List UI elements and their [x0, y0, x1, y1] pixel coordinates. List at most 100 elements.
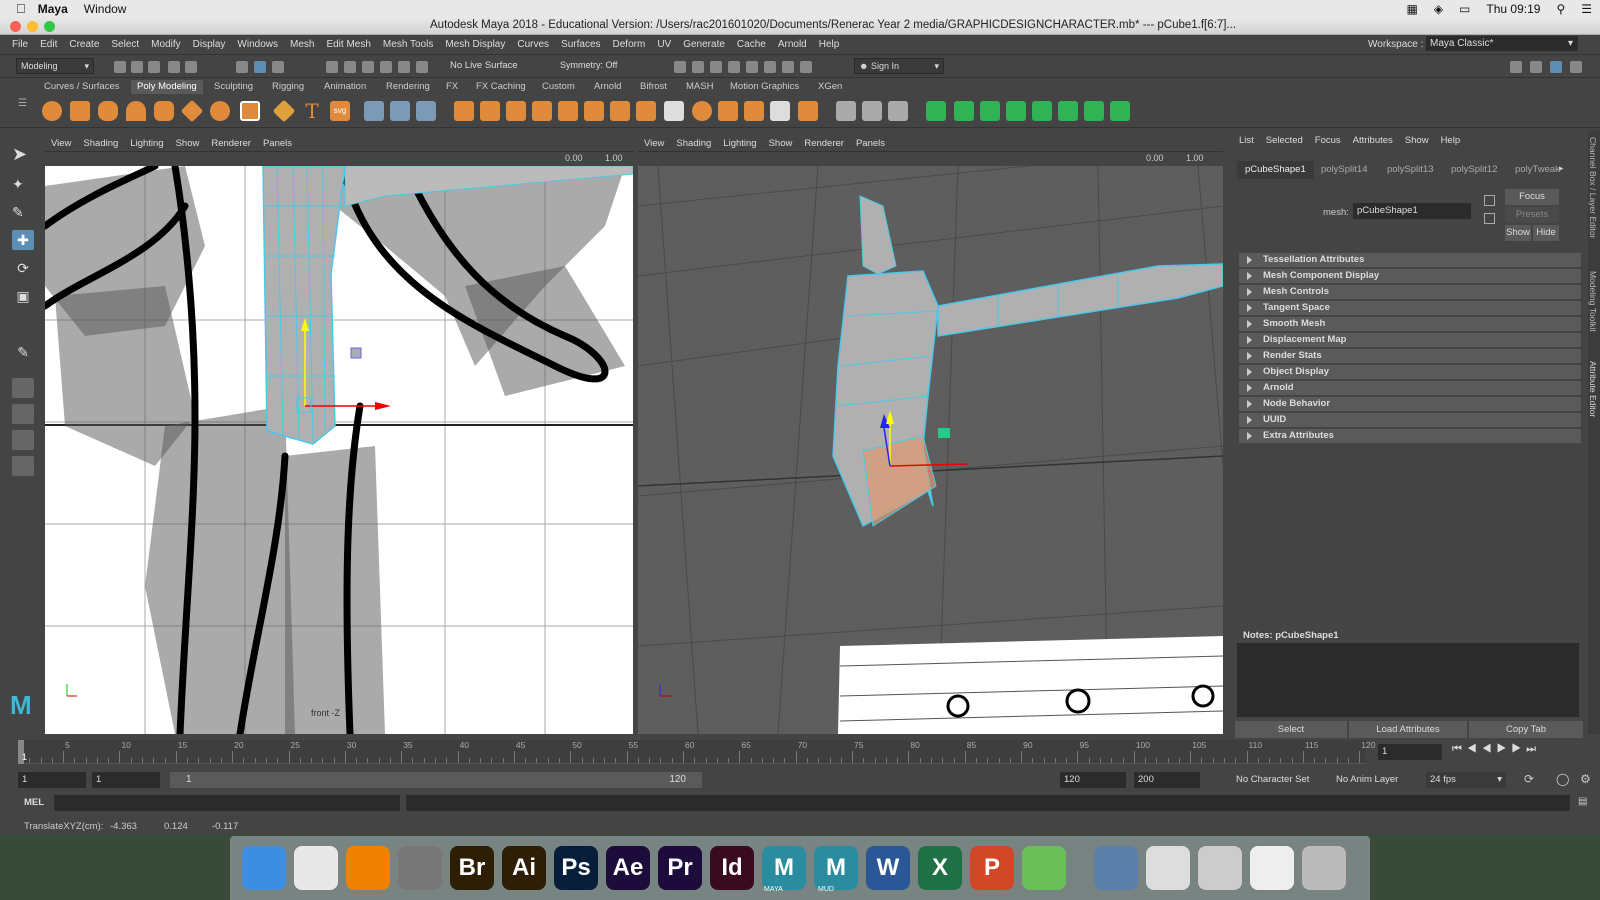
- document-icon[interactable]: [1250, 846, 1294, 890]
- ae-menu-show[interactable]: Show: [1405, 135, 1429, 146]
- spotlight-icon[interactable]: ⚲: [1556, 2, 1565, 16]
- tab-polysplit12[interactable]: polySplit12: [1443, 161, 1505, 179]
- vp2-menu-panels[interactable]: Panels: [856, 138, 885, 149]
- bevel-icon[interactable]: [506, 101, 526, 121]
- focus-button[interactable]: Focus: [1505, 189, 1559, 205]
- playback-end-field[interactable]: 120: [1060, 772, 1126, 788]
- menu-surfaces[interactable]: Surfaces: [555, 39, 606, 50]
- sign-in-dropdown[interactable]: ☻ Sign In ▾: [854, 58, 944, 74]
- maya-icon[interactable]: M: [762, 846, 806, 890]
- vp1-menu-lighting[interactable]: Lighting: [130, 138, 163, 149]
- vp2-menu-show[interactable]: Show: [769, 138, 793, 149]
- tab-pcubeshape1[interactable]: pCubeShape1: [1237, 161, 1314, 179]
- menu-help[interactable]: Help: [813, 39, 846, 50]
- menu-generate[interactable]: Generate: [677, 39, 731, 50]
- shelf-tab-bifrost[interactable]: Bifrost: [640, 80, 667, 94]
- side-tab-channel-box[interactable]: Channel Box / Layer Editor: [1588, 137, 1598, 239]
- insert-edge-icon[interactable]: [610, 101, 630, 121]
- four-pane-icon[interactable]: [12, 404, 34, 424]
- snap-grid-icon[interactable]: [326, 61, 338, 73]
- calendar-doc-icon[interactable]: [1146, 846, 1190, 890]
- presets-button[interactable]: Presets: [1505, 207, 1559, 223]
- menu-deform[interactable]: Deform: [607, 39, 652, 50]
- vp2-gamma-value[interactable]: 1.00: [1186, 153, 1204, 163]
- poly-disc-icon[interactable]: [210, 101, 230, 121]
- tab-scroll-icon[interactable]: ▸: [1559, 163, 1564, 174]
- workspace-dropdown[interactable]: Maya Classic* ▾: [1426, 36, 1578, 51]
- open-scene-icon[interactable]: [131, 61, 143, 73]
- save-scene-icon[interactable]: [148, 61, 160, 73]
- minimize-window-button[interactable]: [27, 21, 38, 32]
- target-weld-icon[interactable]: [664, 101, 684, 121]
- vlc-icon[interactable]: [346, 846, 390, 890]
- playblast-icon[interactable]: [782, 61, 794, 73]
- lasso-tool-icon[interactable]: ✦: [12, 174, 34, 194]
- render-sequence-icon[interactable]: [692, 61, 704, 73]
- mesh-name-field[interactable]: pCubeShape1: [1353, 203, 1471, 219]
- merge-icon[interactable]: [558, 101, 578, 121]
- snap-point-icon[interactable]: [362, 61, 374, 73]
- menu-select[interactable]: Select: [105, 39, 145, 50]
- relax-icon[interactable]: [862, 101, 882, 121]
- redo-icon[interactable]: [185, 61, 197, 73]
- current-frame-field[interactable]: 1: [1378, 744, 1442, 760]
- channel-box-toggle-icon[interactable]: [1530, 61, 1542, 73]
- photoshop-icon[interactable]: Ps: [554, 846, 598, 890]
- shelf-tab-animation[interactable]: Animation: [324, 80, 366, 94]
- apps-folder-icon[interactable]: [1094, 846, 1138, 890]
- select-component-icon[interactable]: [272, 61, 284, 73]
- vp1-menu-show[interactable]: Show: [176, 138, 200, 149]
- scene-start-field[interactable]: 1: [18, 772, 86, 788]
- bool-union-icon[interactable]: [770, 101, 790, 121]
- shelf-tab-rigging[interactable]: Rigging: [272, 80, 304, 94]
- smooth-icon[interactable]: [416, 101, 436, 121]
- tab-polysplit14[interactable]: polySplit14: [1313, 161, 1375, 179]
- section-mesh-component-display[interactable]: Mesh Component Display: [1239, 269, 1581, 283]
- menu-edit[interactable]: Edit: [34, 39, 63, 50]
- menu-arnold[interactable]: Arnold: [772, 39, 813, 50]
- vp1-menu-renderer[interactable]: Renderer: [211, 138, 251, 149]
- shelf-tab-arnold[interactable]: Arnold: [594, 80, 621, 94]
- uv-unfold-icon[interactable]: [1032, 101, 1052, 121]
- uv-cut-icon[interactable]: [1084, 101, 1104, 121]
- poly-platonic-icon[interactable]: [240, 101, 260, 121]
- ae-menu-attributes[interactable]: Attributes: [1353, 135, 1393, 146]
- range-bar[interactable]: 1 120: [170, 772, 702, 788]
- menu-file[interactable]: File: [6, 39, 34, 50]
- screenshot-icon[interactable]: [398, 846, 442, 890]
- paint-select-tool-icon[interactable]: ✎: [12, 202, 34, 222]
- command-input[interactable]: [54, 795, 400, 811]
- rotate-tool-icon[interactable]: ⟳: [12, 258, 34, 278]
- chrome-icon[interactable]: [294, 846, 338, 890]
- section-tessellation-attributes[interactable]: Tessellation Attributes: [1239, 253, 1581, 267]
- poly-cylinder-icon[interactable]: [98, 101, 118, 121]
- menu-cache[interactable]: Cache: [731, 39, 772, 50]
- section-uuid[interactable]: UUID: [1239, 413, 1581, 427]
- vp2-menu-lighting[interactable]: Lighting: [723, 138, 756, 149]
- vp2-menu-view[interactable]: View: [644, 138, 664, 149]
- menu-create[interactable]: Create: [63, 39, 105, 50]
- shelf-tab-motion-graphics[interactable]: Motion Graphics: [730, 80, 799, 94]
- shelf-tab-rendering[interactable]: Rendering: [386, 80, 430, 94]
- select-hierarchy-icon[interactable]: [236, 61, 248, 73]
- close-window-button[interactable]: [10, 21, 21, 32]
- vp2-menu-shading[interactable]: Shading: [676, 138, 711, 149]
- menu-modify[interactable]: Modify: [145, 39, 186, 50]
- attribute-editor-toggle-icon[interactable]: [1550, 61, 1562, 73]
- shelf-tab-custom[interactable]: Custom: [542, 80, 575, 94]
- menu-mesh-tools[interactable]: Mesh Tools: [377, 39, 439, 50]
- step-back-icon[interactable]: ◀: [1467, 743, 1482, 755]
- notes-textarea[interactable]: [1237, 643, 1579, 717]
- indesign-icon[interactable]: Id: [710, 846, 754, 890]
- poly-cube-icon[interactable]: [70, 101, 90, 121]
- append-icon[interactable]: [584, 101, 604, 121]
- shelf-tab-poly-modeling[interactable]: Poly Modeling: [131, 80, 203, 94]
- play-back-icon[interactable]: ◀: [1482, 743, 1497, 755]
- word-icon[interactable]: W: [866, 846, 910, 890]
- snap-view-icon[interactable]: [380, 61, 392, 73]
- scene-end-field[interactable]: 200: [1134, 772, 1200, 788]
- vp1-gamma-value[interactable]: 1.00: [605, 153, 623, 163]
- mirror-icon[interactable]: [718, 101, 738, 121]
- uv-planar-icon[interactable]: [926, 101, 946, 121]
- focus-node-icon[interactable]: [1484, 195, 1495, 206]
